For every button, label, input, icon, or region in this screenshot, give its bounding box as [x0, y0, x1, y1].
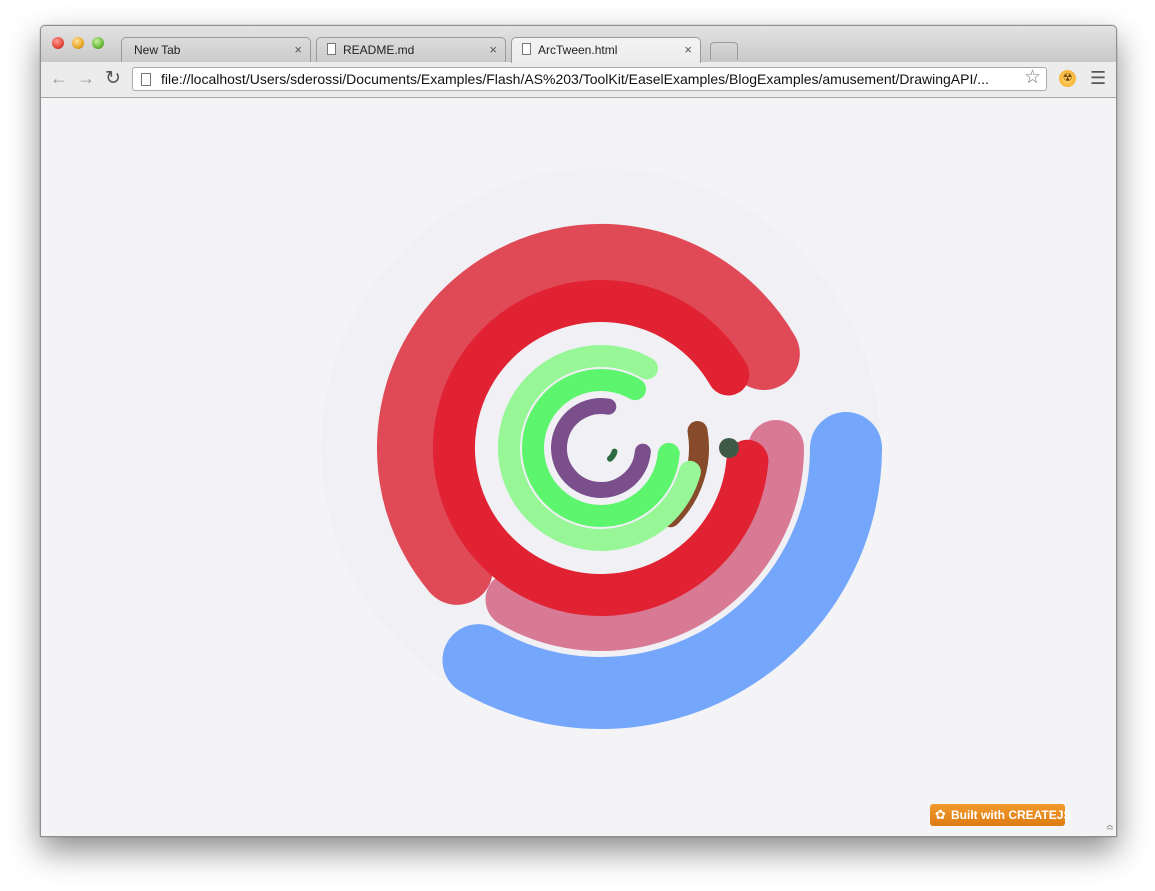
- arc-tween-canvas: [321, 168, 882, 729]
- tab-label: New Tab: [134, 43, 181, 57]
- url-text[interactable]: file://localhost/Users/sderossi/Document…: [161, 71, 1021, 87]
- title-bar: New Tab × README.md × ArcTween.html ×: [41, 26, 1116, 63]
- page-content: ✿ Built with CREATEJS ≏: [41, 98, 1116, 836]
- tab-close-icon[interactable]: ×: [489, 42, 497, 57]
- hamburger-menu-icon[interactable]: ☰: [1090, 68, 1106, 89]
- createjs-logo-icon: ✿: [935, 807, 946, 822]
- new-tab-button[interactable]: [710, 42, 738, 60]
- document-icon: [522, 43, 531, 55]
- document-icon: [327, 43, 336, 55]
- tab-label: README.md: [343, 43, 415, 57]
- back-arrow-icon[interactable]: ←: [50, 68, 68, 89]
- tab-close-icon[interactable]: ×: [294, 42, 302, 57]
- close-window-button[interactable]: [52, 37, 64, 49]
- badge-label: Built with CREATEJS: [951, 808, 1072, 822]
- built-with-createjs-badge[interactable]: ✿ Built with CREATEJS: [930, 804, 1071, 826]
- tab-new-tab[interactable]: New Tab ×: [121, 37, 311, 62]
- forward-arrow-icon[interactable]: →: [77, 68, 95, 89]
- reload-icon[interactable]: ↻: [105, 67, 121, 90]
- tab-close-icon[interactable]: ×: [684, 42, 692, 57]
- address-bar[interactable]: file://localhost/Users/sderossi/Document…: [132, 67, 1047, 91]
- star-icon[interactable]: ☆: [1024, 66, 1041, 89]
- tab-arctween[interactable]: ArcTween.html ×: [511, 37, 701, 63]
- radiation-icon[interactable]: ☢: [1059, 70, 1076, 87]
- resize-grip-icon[interactable]: ≏: [1106, 823, 1114, 834]
- minimize-window-button[interactable]: [72, 37, 84, 49]
- tab-label: ArcTween.html: [538, 43, 618, 57]
- tab-readme[interactable]: README.md ×: [316, 37, 506, 62]
- toolbar: ← → ↻ file://localhost/Users/sderossi/Do…: [41, 62, 1116, 98]
- maximize-window-button[interactable]: [92, 37, 104, 49]
- browser-window: New Tab × README.md × ArcTween.html × ← …: [40, 25, 1117, 837]
- document-icon: [141, 73, 151, 86]
